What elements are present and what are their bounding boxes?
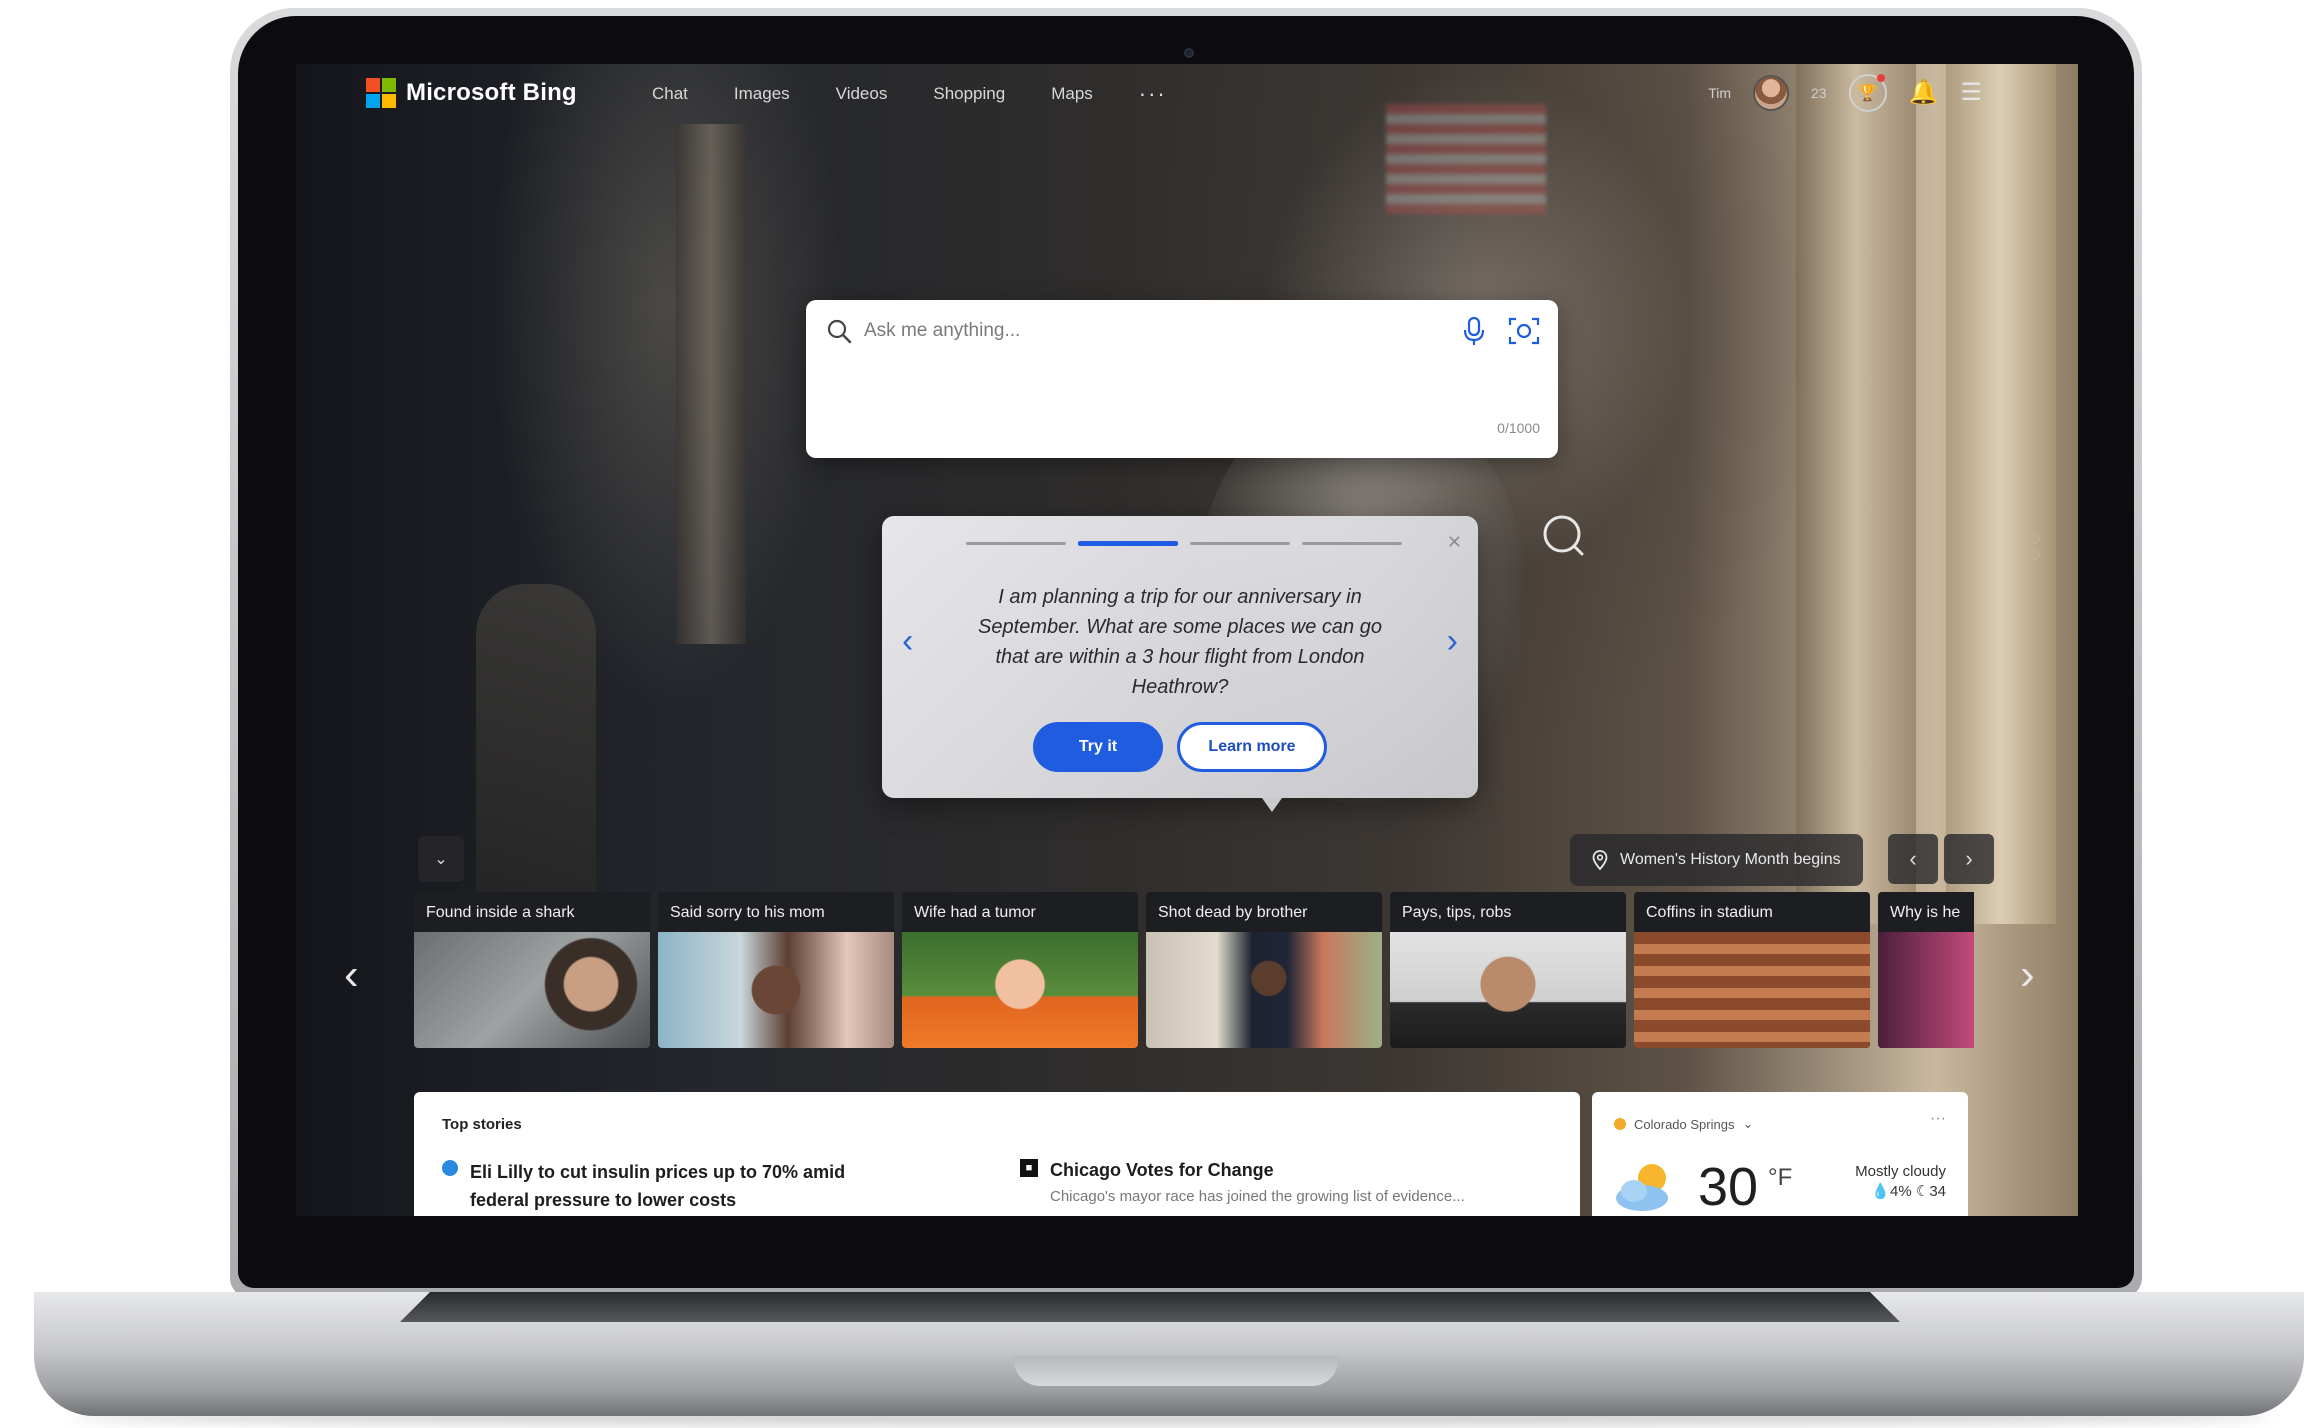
- top-stories-card: Top stories Eli Lilly to cut insulin pri…: [414, 1092, 1580, 1216]
- news-tile-title: Shot dead by brother: [1146, 892, 1382, 932]
- microphone-icon[interactable]: [1460, 316, 1488, 346]
- news-tile[interactable]: Wife had a tumor: [902, 892, 1138, 1048]
- weather-cloud-sun-icon: [1616, 1164, 1668, 1211]
- nav-shopping[interactable]: Shopping: [933, 84, 1005, 104]
- background-pillar: [1946, 64, 2056, 924]
- news-tile-title: Coffins in stadium: [1634, 892, 1870, 932]
- weather-more-button[interactable]: ···: [1930, 1110, 1946, 1128]
- location-pin-icon: [1592, 850, 1608, 870]
- story-title: Chicago Votes for Change: [1050, 1160, 1274, 1180]
- news-tile-image: [414, 932, 650, 1048]
- chevron-down-icon[interactable]: ⌄: [418, 836, 464, 882]
- chevron-down-icon: ⌄: [1742, 1116, 1754, 1131]
- news-tile[interactable]: Why is he: [1878, 892, 1974, 1048]
- news-tile[interactable]: Shot dead by brother: [1146, 892, 1382, 1048]
- bell-icon[interactable]: 🔔: [1909, 81, 1939, 105]
- image-info-pill[interactable]: Women's History Month begins: [1570, 834, 1863, 886]
- background-pillar: [676, 124, 746, 644]
- publisher-icon: ■: [1020, 1159, 1038, 1177]
- browser-screen: Microsoft Bing Chat Images Videos Shoppi…: [296, 64, 2078, 1216]
- story-item[interactable]: ■ Chicago Votes for Change Chicago's may…: [1020, 1158, 1465, 1205]
- news-tile-image: [1146, 932, 1382, 1048]
- background-statue: [476, 584, 596, 914]
- news-tile[interactable]: Pays, tips, robs: [1390, 892, 1626, 1048]
- news-tile-image: [1634, 932, 1870, 1048]
- weather-details: 💧4% ☾34: [1871, 1183, 1946, 1200]
- close-icon[interactable]: ✕: [1447, 532, 1462, 553]
- carousel-next-button[interactable]: ›: [2020, 950, 2035, 1000]
- condition-text: Mostly cloudy: [1855, 1163, 1946, 1180]
- visual-search-icon[interactable]: [1540, 512, 1588, 560]
- rewards-points[interactable]: 23: [1811, 85, 1827, 101]
- bing-logo[interactable]: Microsoft Bing: [366, 78, 577, 108]
- rewards-icon[interactable]: 🏆: [1848, 74, 1887, 112]
- news-tile-title: Pays, tips, robs: [1390, 892, 1626, 932]
- weather-condition: Mostly cloudy 💧4% ☾34: [1855, 1162, 1946, 1202]
- chevron-right-icon[interactable]: ›: [1447, 622, 1458, 661]
- nav-videos[interactable]: Videos: [836, 84, 888, 104]
- next-image-button[interactable]: ›: [1944, 834, 1994, 884]
- suggestion-text: I am planning a trip for our anniversary…: [978, 586, 1382, 698]
- avatar[interactable]: [1753, 75, 1790, 111]
- news-tile-image: [1878, 932, 1974, 1048]
- hotspot-indicator[interactable]: [2030, 534, 2040, 560]
- top-nav: Chat Images Videos Shopping Maps ···: [652, 83, 1167, 105]
- progress-step: [966, 542, 1066, 545]
- menu-icon[interactable]: ☰: [1960, 81, 1982, 105]
- progress-step: [1302, 542, 1402, 545]
- account-bar: Tim 23 🏆 🔔 ☰: [1708, 74, 1982, 112]
- learn-more-button[interactable]: Learn more: [1177, 722, 1327, 772]
- keyboard-hinge: [400, 1292, 1900, 1322]
- background-pillar: [1796, 64, 1916, 924]
- news-carousel: Found inside a shark Said sorry to his m…: [414, 892, 1974, 1052]
- brand-name: Microsoft Bing: [406, 79, 577, 106]
- nav-maps[interactable]: Maps: [1051, 84, 1093, 104]
- news-tile-image: [658, 932, 894, 1048]
- search-input[interactable]: [864, 314, 1424, 348]
- weather-location[interactable]: Colorado Springs ⌄: [1614, 1116, 1753, 1132]
- nav-more-button[interactable]: ···: [1139, 83, 1167, 105]
- suggestion-actions: Try it Learn more: [882, 722, 1478, 772]
- lid-notch: [1014, 1356, 1338, 1386]
- progress-step-active: [1078, 541, 1178, 546]
- weather-card[interactable]: Colorado Springs ⌄ ··· 30 °F Mostly clou…: [1592, 1092, 1968, 1216]
- weather-location-name: Colorado Springs: [1634, 1116, 1735, 1132]
- search-box: 0/1000: [806, 300, 1558, 458]
- top-stories-heading: Top stories: [442, 1116, 522, 1133]
- temperature-unit[interactable]: °F: [1768, 1164, 1792, 1192]
- story-snippet: Chicago's mayor race has joined the grow…: [1050, 1188, 1465, 1205]
- microsoft-logo-icon: [366, 78, 396, 108]
- carousel-prev-button[interactable]: ‹: [344, 950, 359, 1000]
- chat-suggestion-card: ✕ ‹ › I am planning a trip for our anniv…: [882, 516, 1478, 812]
- story-item[interactable]: Eli Lilly to cut insulin prices up to 70…: [442, 1158, 900, 1214]
- try-it-button[interactable]: Try it: [1033, 722, 1163, 772]
- news-tile-title: Found inside a shark: [414, 892, 650, 932]
- nav-images[interactable]: Images: [734, 84, 790, 104]
- nav-chat[interactable]: Chat: [652, 84, 688, 104]
- image-info-label: Women's History Month begins: [1620, 851, 1841, 868]
- news-tile-title: Wife had a tumor: [902, 892, 1138, 932]
- news-tile[interactable]: Coffins in stadium: [1634, 892, 1870, 1048]
- user-name[interactable]: Tim: [1708, 85, 1731, 101]
- previous-image-button[interactable]: ‹: [1888, 834, 1938, 884]
- suggestion-progress: [966, 541, 1402, 546]
- news-tile-image: [1390, 932, 1626, 1048]
- chevron-left-icon[interactable]: ‹: [902, 622, 913, 661]
- story-title: Eli Lilly to cut insulin prices up to 70…: [470, 1162, 846, 1210]
- character-counter: 0/1000: [1497, 420, 1540, 436]
- webcam: [1184, 48, 1194, 58]
- news-tile-title: Said sorry to his mom: [658, 892, 894, 932]
- camera-search-icon[interactable]: [1508, 316, 1540, 346]
- publisher-icon: [442, 1160, 458, 1176]
- news-tile-title: Why is he: [1878, 892, 1974, 932]
- news-tile[interactable]: Found inside a shark: [414, 892, 650, 1048]
- location-dot-icon: [1614, 1118, 1626, 1130]
- card-pointer: [1262, 798, 1282, 812]
- background-flag: [1386, 104, 1546, 214]
- news-tile[interactable]: Said sorry to his mom: [658, 892, 894, 1048]
- temperature: 30: [1698, 1157, 1759, 1216]
- news-tile-image: [902, 932, 1138, 1048]
- search-icon: [827, 319, 852, 344]
- progress-step: [1190, 542, 1290, 545]
